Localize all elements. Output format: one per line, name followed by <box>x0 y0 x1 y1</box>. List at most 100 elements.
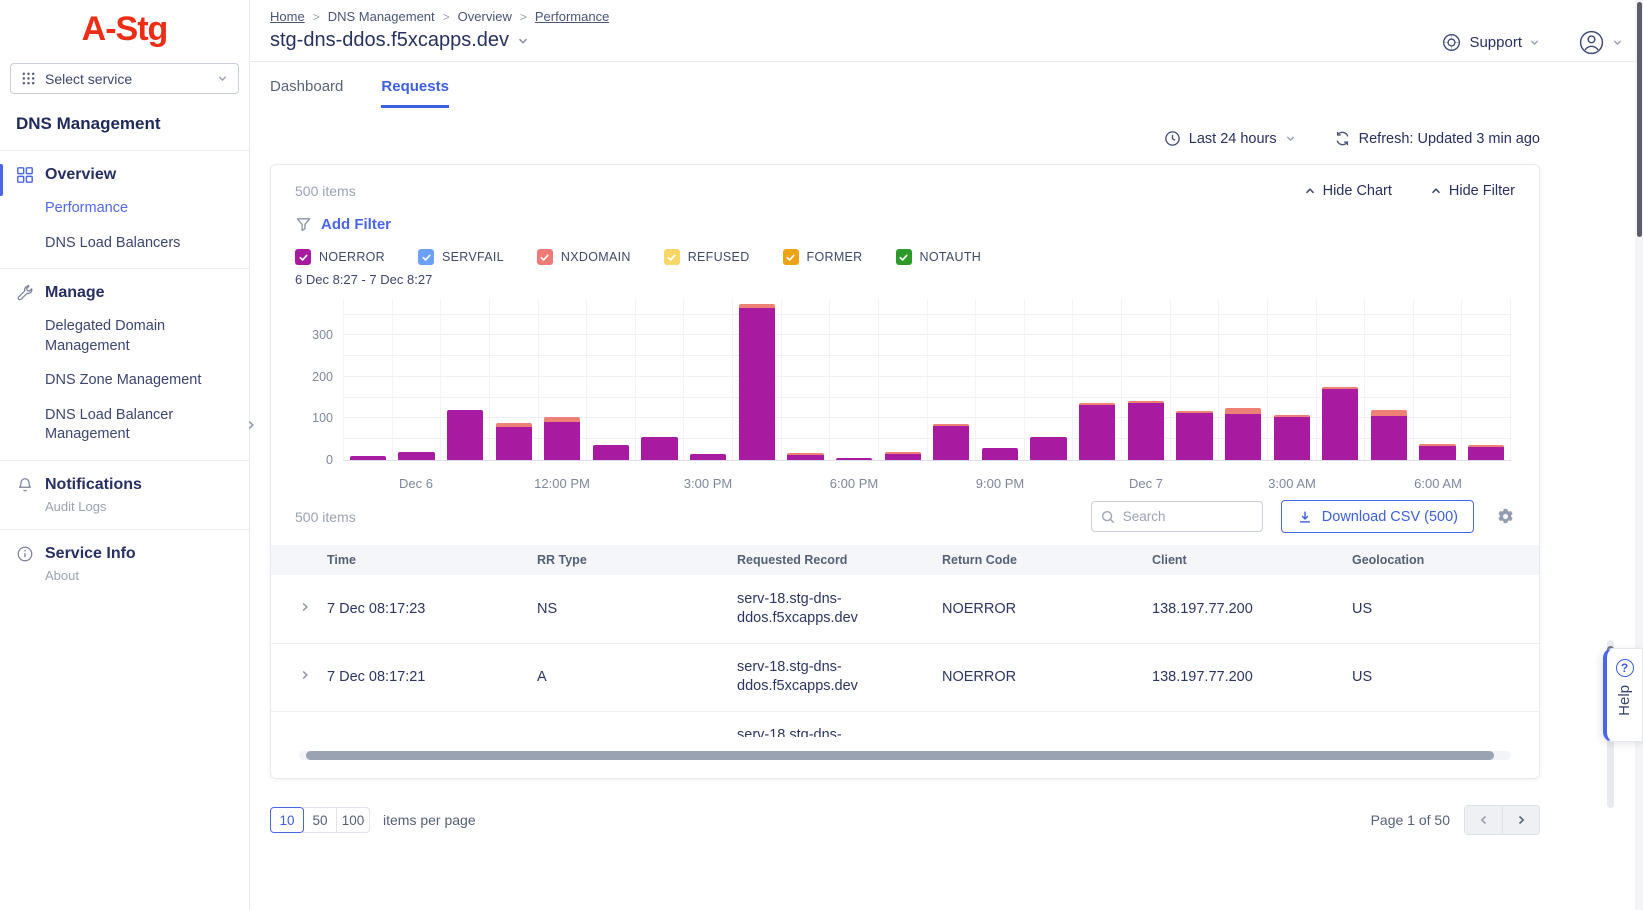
breadcrumb-item[interactable]: Overview <box>458 9 512 24</box>
chart-bar[interactable] <box>885 452 921 460</box>
chart-bar[interactable] <box>544 417 580 460</box>
filter-checkbox-notauth[interactable]: NOTAUTH <box>896 249 982 265</box>
refresh-button[interactable]: Refresh: Updated 3 min ago <box>1334 130 1540 147</box>
help-tab[interactable]: ? Help <box>1603 648 1643 742</box>
sidebar-item-delegated-domain-management[interactable]: Delegated Domain Management <box>45 317 205 356</box>
next-page-button[interactable] <box>1502 806 1539 834</box>
column-header-geolocation[interactable]: Geolocation <box>1352 545 1539 575</box>
chevron-down-icon <box>1529 37 1540 48</box>
filter-checkbox-former[interactable]: FORMER <box>783 249 863 265</box>
page-size-50[interactable]: 50 <box>303 807 337 833</box>
chart-bar[interactable] <box>1176 411 1212 460</box>
prev-page-button[interactable] <box>1465 806 1502 834</box>
support-menu[interactable]: Support <box>1441 32 1540 53</box>
chart-bar[interactable] <box>933 424 969 460</box>
chart-bar[interactable] <box>1419 444 1455 460</box>
row-expand-chevron-icon[interactable] <box>271 643 327 711</box>
chart-bar[interactable] <box>641 437 677 460</box>
account-menu[interactable] <box>1578 29 1623 56</box>
chart-bar[interactable] <box>1225 408 1261 460</box>
chart-bar[interactable] <box>1371 410 1407 460</box>
hide-chart-toggle[interactable]: Hide Chart <box>1304 183 1392 199</box>
chart-bar[interactable] <box>787 453 823 460</box>
filter-checkbox-refused[interactable]: REFUSED <box>664 249 750 265</box>
horizontal-scrollbar[interactable] <box>299 751 1511 760</box>
chart-bar[interactable] <box>982 448 1018 460</box>
sidebar-item-notifications[interactable]: Notifications <box>16 476 233 494</box>
chart-bar[interactable] <box>1274 415 1310 460</box>
chart-bar[interactable] <box>836 458 872 460</box>
chart-bar[interactable] <box>1322 387 1358 460</box>
column-header-time[interactable]: Time <box>327 545 537 575</box>
info-icon <box>16 545 34 563</box>
breadcrumb-item[interactable]: DNS Management <box>328 9 435 24</box>
pagination-bar: 1050100 items per page Page 1 of 50 <box>270 805 1540 835</box>
sidebar-item-overview[interactable]: Overview <box>16 166 233 184</box>
add-filter-button[interactable]: Add Filter <box>295 216 1515 233</box>
search-input[interactable] <box>1123 509 1254 524</box>
page-scrollbar-thumb[interactable] <box>1637 2 1642 237</box>
sidebar-item-manage[interactable]: Manage <box>16 284 233 302</box>
x-axis-tick: Dec 6 <box>399 476 433 491</box>
brand-logo: A-Stg <box>0 0 249 53</box>
checkbox-icon <box>664 249 680 265</box>
column-header-client[interactable]: Client <box>1152 545 1352 575</box>
bar-segment-noerror <box>933 426 969 460</box>
row-expand-chevron-icon[interactable] <box>271 575 327 643</box>
chart-bar-slot <box>975 299 1024 460</box>
chart-bar[interactable] <box>447 410 483 460</box>
chart-bar[interactable] <box>496 423 532 460</box>
select-service-dropdown[interactable]: Select service <box>10 63 239 94</box>
chart-bar[interactable] <box>690 454 726 460</box>
hide-filter-toggle[interactable]: Hide Filter <box>1430 183 1515 199</box>
filter-checkbox-noerror[interactable]: NOERROR <box>295 249 385 265</box>
chart-bar[interactable] <box>1030 437 1066 460</box>
sidebar-item-about[interactable]: About <box>16 568 233 583</box>
download-csv-button[interactable]: Download CSV (500) <box>1281 500 1474 533</box>
main-area: Home>DNS Management>Overview>Performance… <box>250 0 1643 910</box>
column-header-requested-record[interactable]: Requested Record <box>737 545 942 575</box>
sidebar-item-dns-load-balancers[interactable]: DNS Load Balancers <box>45 234 205 254</box>
horizontal-scrollbar-thumb[interactable] <box>306 751 1494 760</box>
sidebar-item-service-info[interactable]: Service Info <box>16 545 233 563</box>
page-size-10[interactable]: 10 <box>270 807 304 833</box>
breadcrumb-item[interactable]: Performance <box>535 9 609 24</box>
table-row[interactable]: 7 Dec 08:17:21Aserv-18.stg-dns-ddos.f5xc… <box>271 643 1539 711</box>
bar-segment-noerror <box>1468 447 1504 460</box>
column-header-rr-type[interactable]: RR Type <box>537 545 737 575</box>
chart-bar[interactable] <box>1079 403 1115 460</box>
x-axis-tick: 12:00 PM <box>534 476 590 491</box>
chart-bar-slot <box>829 299 878 460</box>
tab-requests[interactable]: Requests <box>381 78 449 108</box>
cell-requested-record: serv-18.stg-dns-ddos.f5xcapps.dev <box>737 643 942 711</box>
page-size-100[interactable]: 100 <box>336 807 370 833</box>
x-axis-tick: 9:00 PM <box>976 476 1024 491</box>
page-scrollbar[interactable] <box>1635 0 1643 910</box>
gear-icon[interactable] <box>1496 507 1515 526</box>
sidebar-item-dns-load-balancer-management[interactable]: DNS Load Balancer Management <box>45 406 205 445</box>
sidebar-item-audit-logs[interactable]: Audit Logs <box>16 499 233 514</box>
chart-bar[interactable] <box>593 445 629 460</box>
chevron-up-icon <box>1430 185 1442 197</box>
chart-bar[interactable] <box>1468 445 1504 460</box>
table-row[interactable]: serv-18.stg-dns-ddos.f5xcapps.dev <box>271 711 1539 737</box>
chart-bar[interactable] <box>350 456 386 460</box>
column-header-return-code[interactable]: Return Code <box>942 545 1152 575</box>
breadcrumb-item[interactable]: Home <box>270 9 305 24</box>
tab-dashboard[interactable]: Dashboard <box>270 78 343 108</box>
bar-segment-noerror <box>1128 403 1164 460</box>
chart-x-axis: Dec 612:00 PM3:00 PM6:00 PM9:00 PMDec 73… <box>343 470 1511 496</box>
chart-bar[interactable] <box>739 304 775 460</box>
chart-plot: 0100200300 <box>343 299 1511 461</box>
row-expand-chevron-icon[interactable] <box>271 711 327 737</box>
chart-bar[interactable] <box>1128 401 1164 460</box>
sidebar-item-performance[interactable]: Performance <box>45 199 205 219</box>
chart-bar[interactable] <box>398 452 434 460</box>
filter-checkbox-servfail[interactable]: SERVFAIL <box>418 249 504 265</box>
filter-checkbox-nxdomain[interactable]: NXDOMAIN <box>537 249 631 265</box>
page-title-dropdown[interactable]: stg-dns-ddos.f5xcapps.dev <box>270 29 1441 52</box>
sidebar-item-dns-zone-management[interactable]: DNS Zone Management <box>45 371 205 391</box>
table-row[interactable]: 7 Dec 08:17:23NSserv-18.stg-dns-ddos.f5x… <box>271 575 1539 643</box>
time-range-dropdown[interactable]: Last 24 hours <box>1164 130 1296 147</box>
x-axis-tick: 6:00 AM <box>1414 476 1462 491</box>
